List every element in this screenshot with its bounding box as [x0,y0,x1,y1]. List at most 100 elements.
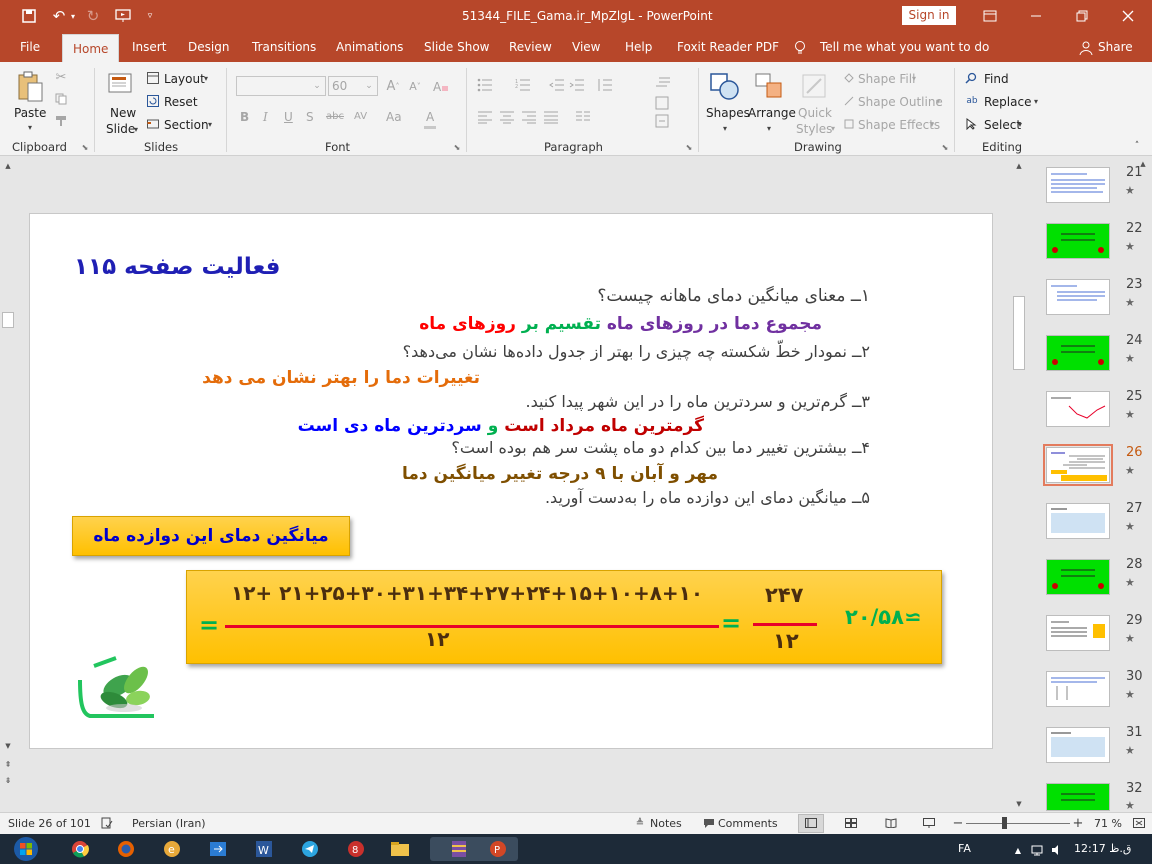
shape-fill-dropdown-icon[interactable]: ▾ [910,72,918,84]
shadow-button[interactable]: S [306,110,314,124]
character-spacing-button[interactable]: AV [354,111,367,122]
shape-fill-button[interactable]: Shape Fill [858,72,915,86]
comments-button[interactable]: Comments [718,817,778,830]
clear-formatting-icon[interactable]: A [432,78,450,94]
thumbnail-28[interactable] [1046,559,1110,595]
replace-dropdown-icon[interactable]: ▾ [1032,95,1040,107]
quick-styles-dropdown-icon[interactable]: ▾ [828,122,838,134]
scroll-down-icon[interactable]: ▼ [2,740,14,752]
browser-icon[interactable]: e [156,837,188,861]
save-icon[interactable] [20,8,38,24]
bold-button[interactable]: B [240,110,249,124]
thumbnail-23[interactable] [1046,279,1110,315]
answer-3[interactable]: گرمترین ماه مرداد است و سردترین ماه دی ا… [298,416,704,436]
tab-help[interactable]: Help [625,40,652,54]
thumbnail-25[interactable] [1046,391,1110,427]
fit-slide-icon[interactable] [1132,817,1146,829]
ribbon-display-options-icon[interactable] [980,6,1000,26]
justify-icon[interactable] [542,108,560,126]
chrome-icon[interactable] [64,837,96,861]
increase-indent-icon[interactable] [568,76,586,94]
telegram-icon[interactable] [294,837,326,861]
question-3[interactable]: ۳ــ گرم‌ترین و سردترین ماه را در این شهر… [525,392,870,411]
zoom-out-icon[interactable]: − [952,816,964,831]
powerpoint-icon[interactable]: P [478,837,518,861]
next-slide-icon[interactable]: ⇟ [2,774,14,786]
format-painter-icon[interactable] [54,114,68,128]
scroll-up-icon[interactable]: ▲ [2,160,14,172]
share-icon[interactable] [1078,40,1094,56]
copy-icon[interactable] [54,92,68,106]
paragraph-launcher-icon[interactable]: ⬊ [684,142,694,152]
underline-button[interactable]: U [284,110,293,124]
file-transfer-icon[interactable] [202,837,234,861]
reset-button[interactable]: Reset [164,95,198,109]
sign-in-button[interactable]: Sign in [902,6,956,25]
collapse-ribbon-icon[interactable]: ˄ [1130,140,1144,152]
clipboard-launcher-icon[interactable]: ⬊ [80,142,90,152]
scroll-thumb[interactable] [1013,296,1025,370]
layout-button[interactable]: Layout [164,72,205,86]
tab-insert[interactable]: Insert [132,40,166,54]
thumbnail-21[interactable] [1046,167,1110,203]
language-bar[interactable]: FA [958,842,971,855]
arrange-button[interactable]: Arrange [748,106,796,120]
new-slide-icon[interactable] [106,70,136,100]
slide-show-icon[interactable] [922,817,936,829]
center-icon[interactable] [498,108,516,126]
columns-icon[interactable] [574,108,592,126]
align-text-icon[interactable] [654,112,672,130]
undo-dropdown-icon[interactable]: ▾ [68,8,78,24]
zoom-in-icon[interactable]: + [1072,816,1084,831]
restore-icon[interactable] [1072,6,1092,26]
layout-dropdown-icon[interactable]: ▾ [202,72,210,84]
section-dropdown-icon[interactable]: ▾ [206,118,214,130]
slide-number-indicator[interactable]: Slide 26 of 101 [8,817,91,830]
increase-font-size-icon[interactable]: A ˄ [384,78,402,94]
spell-check-icon[interactable] [100,816,114,830]
shapes-dropdown-icon[interactable]: ▾ [720,122,730,134]
arrange-icon[interactable] [752,70,786,102]
slide-canvas[interactable]: فعالیت صفحه ۱۱۵ ۱ــ معنای میانگین دمای م… [29,213,993,749]
system-tray-icon[interactable]: ▲ [1012,844,1024,856]
zoom-slider-thumb[interactable] [1002,817,1007,829]
thumbnail-27[interactable] [1046,503,1110,539]
thumbnail-32[interactable] [1046,783,1110,811]
question-1[interactable]: ۱ــ معنای میانگین دمای ماهانه چیست؟ [597,286,870,306]
start-button-icon[interactable] [6,837,46,861]
thumbnails-scrollbar[interactable]: ▲ [1136,156,1150,812]
firefox-icon[interactable] [110,837,142,861]
question-2[interactable]: ۲ــ نمودار خطّ شکسته چه چیزی را بهتر از … [403,342,870,361]
slide-title[interactable]: فعالیت صفحه ۱۱۵ [74,254,281,280]
thumbnail-22[interactable] [1046,223,1110,259]
redo-icon[interactable]: ↻ [84,7,102,25]
quick-styles-button[interactable]: Quick [798,106,832,120]
shape-outline-button[interactable]: Shape Outline [858,95,943,109]
customize-toolbar-icon[interactable]: ▿ [144,8,156,24]
app-red-icon[interactable]: 8 [340,837,372,861]
shapes-icon[interactable] [708,70,742,102]
thumbnail-30[interactable] [1046,671,1110,707]
align-left-icon[interactable] [476,108,494,126]
answer-1[interactable]: مجموع دما در روزهای ماه تقسیم بر روزهای … [419,314,822,334]
tab-animations[interactable]: Animations [336,40,403,54]
change-case-button[interactable]: Aa [386,110,402,124]
new-slide-dropdown-icon[interactable]: ▾ [131,122,141,136]
previous-slide-icon[interactable]: ⇞ [2,758,14,770]
font-color-button[interactable]: A [426,110,434,124]
network-icon[interactable] [1030,843,1044,857]
select-dropdown-icon[interactable]: ▾ [1016,118,1024,130]
paste-icon[interactable] [14,70,46,104]
right-to-left-icon[interactable] [654,74,672,92]
thumbnail-29[interactable] [1046,615,1110,651]
find-button[interactable]: Find [984,72,1009,86]
drawing-launcher-icon[interactable]: ⬊ [940,142,950,152]
section-button[interactable]: Section [164,118,209,132]
minimize-icon[interactable] [1026,6,1046,26]
numbering-icon[interactable]: 12 [514,76,532,94]
font-size-dropdown-icon[interactable]: ⌄ [362,78,376,94]
tab-slide-show[interactable]: Slide Show [424,40,489,54]
answer-4[interactable]: مهر و آبان با ۹ درجه تغییر میانگین دما [402,464,718,484]
line-spacing-icon[interactable] [596,76,614,94]
quick-styles-button-2[interactable]: Styles [796,122,832,136]
